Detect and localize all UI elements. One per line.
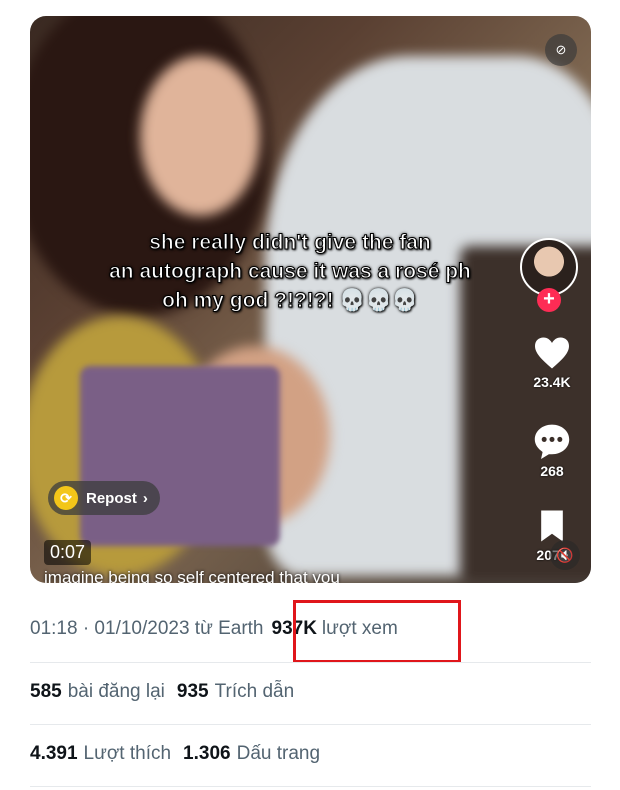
video-caption: she really didn't give the fan an autogr… — [109, 231, 472, 313]
likes-stats-row: 4.391 Lượt thích 1.306 Dấu trang — [30, 743, 320, 765]
bookmarks-label[interactable]: Dấu trang — [237, 743, 320, 765]
divider — [30, 662, 591, 663]
bookmark-icon — [541, 510, 563, 542]
divider — [30, 786, 591, 787]
like-count: 23.4K — [533, 374, 571, 390]
divider — [30, 724, 591, 725]
repost-button[interactable]: ⟳ Repost › — [48, 481, 160, 515]
comment-count: 268 — [540, 463, 564, 479]
mute-icon[interactable]: 🔇 — [550, 540, 580, 570]
like-button[interactable]: 23.4K — [528, 336, 576, 390]
video-frame-photo — [80, 366, 280, 546]
bookmarks-count[interactable]: 1.306 — [183, 743, 231, 765]
video-timestamp: 0:07 — [44, 540, 92, 565]
heart-icon — [535, 337, 569, 369]
post-timestamp[interactable]: 01:18 · 01/10/2023 từ Earth — [30, 618, 264, 640]
repost-label: Repost — [86, 489, 137, 507]
quotes-label[interactable]: Trích dẫn — [215, 681, 295, 703]
comment-icon — [534, 424, 570, 459]
views-highlight-box — [293, 600, 461, 663]
repost-stats-row: 585 bài đăng lại 935 Trích dẫn — [30, 681, 294, 703]
likes-label[interactable]: Lượt thích — [84, 743, 172, 765]
reposts-label[interactable]: bài đăng lại — [68, 681, 165, 703]
likes-count[interactable]: 4.391 — [30, 743, 78, 765]
quotes-count[interactable]: 935 — [177, 681, 209, 703]
chevron-right-icon: › — [142, 489, 148, 507]
follow-button[interactable]: + — [537, 288, 561, 312]
comment-button[interactable]: 268 — [528, 423, 576, 479]
video-frame-face — [140, 56, 260, 216]
no-caption-icon[interactable]: ⊘ — [545, 34, 577, 66]
repost-icon: ⟳ — [54, 486, 78, 510]
video-player[interactable]: ⊘ she really didn't give the fan an auto… — [30, 16, 591, 583]
reposts-count[interactable]: 585 — [30, 681, 62, 703]
video-bottom-caption: imagine being so self centered that you — [44, 568, 340, 583]
